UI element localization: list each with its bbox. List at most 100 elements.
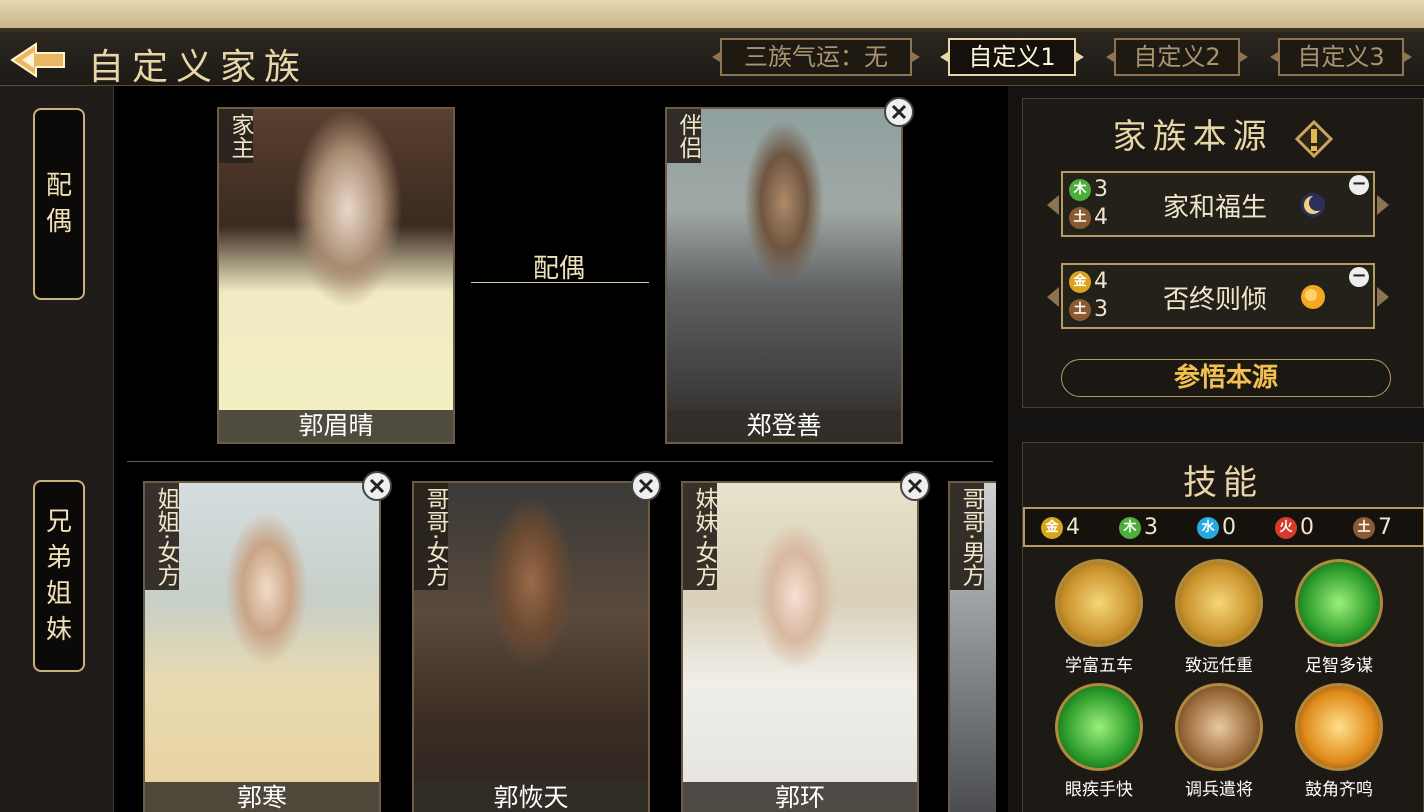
drop-icon <box>1175 559 1263 647</box>
skill-item[interactable]: 致远任重 <box>1159 559 1279 676</box>
scrolls-icon <box>1055 559 1143 647</box>
fire-element-icon: 火 <box>1275 516 1297 539</box>
element-count: 火 0 <box>1275 515 1314 540</box>
skill-name: 致远任重 <box>1185 656 1253 676</box>
skill-name: 调兵遣将 <box>1185 780 1253 800</box>
moon-icon <box>1301 193 1325 217</box>
soldier-icon <box>1175 683 1263 771</box>
element-count: 金 4 <box>1041 515 1080 540</box>
sidebar-item-label: 配 <box>45 171 72 201</box>
sidebar-item-label: 偶 <box>45 207 72 237</box>
element-count-value: 0 <box>1300 515 1314 540</box>
tab-three-clan-fortune[interactable]: 三族气运：无 <box>720 38 912 76</box>
top-banner-strip <box>0 0 1424 32</box>
comprehend-source-button[interactable]: 参悟本源 <box>1061 359 1391 397</box>
skill-item[interactable]: 足智多谋 <box>1279 559 1399 676</box>
character-role: 妹妹·女方 <box>683 483 717 591</box>
skill-name: 学富五车 <box>1065 656 1133 676</box>
right-panel: 家族本源 木 3 土 4 家和福生 − 金 4 土 3 否终则倾 − 参悟本源 … <box>1008 86 1424 812</box>
earth-element-icon: 土 <box>1069 298 1091 321</box>
character-portrait <box>667 109 901 442</box>
family-source-title-text: 家族本源 <box>1112 117 1273 157</box>
remove-source-button[interactable]: − <box>1349 175 1369 195</box>
character-card-sibling[interactable]: 哥哥·男方 <box>948 481 996 812</box>
remove-source-button[interactable]: − <box>1349 267 1369 287</box>
element-count-value: 3 <box>1144 515 1158 540</box>
element-count-value: 4 <box>1094 205 1108 230</box>
remove-sibling-button[interactable] <box>631 471 661 501</box>
element-count-value: 7 <box>1378 515 1392 540</box>
character-name: 郭寒 <box>145 782 379 812</box>
character-portrait <box>414 483 648 812</box>
skills-title: 技能 <box>1183 463 1263 503</box>
flame-warrior-icon <box>1295 683 1383 771</box>
remove-sibling-button[interactable] <box>362 471 392 501</box>
remove-sibling-button[interactable] <box>900 471 930 501</box>
sidebar-item-spouse[interactable]: 配 偶 <box>33 108 85 300</box>
family-source-item[interactable]: 木 3 土 4 家和福生 − <box>1061 171 1375 237</box>
header-bar: 自定义家族 三族气运：无 自定义1 自定义2 自定义3 <box>0 32 1424 88</box>
page-title: 自定义家族 <box>88 47 309 88</box>
back-button[interactable] <box>10 42 68 78</box>
wood-element-icon: 木 <box>1119 516 1141 539</box>
family-source-title: 家族本源 <box>1023 109 1423 159</box>
source-name: 家和福生 <box>1163 193 1268 223</box>
character-portrait <box>145 483 379 812</box>
sidebar-item-siblings[interactable]: 兄 弟 姐 妹 <box>33 480 85 672</box>
character-card-sibling[interactable]: 姐姐·女方 郭寒 <box>143 481 381 812</box>
character-role: 哥哥·女方 <box>414 483 448 591</box>
skill-item[interactable]: 调兵遣将 <box>1159 683 1279 800</box>
remove-partner-button[interactable] <box>884 97 914 127</box>
skills-panel: 技能 金 4 木 3 水 0 火 0 土 7 学富五车 致远任重 足智多谋 眼疾… <box>1022 442 1424 812</box>
tab-custom-1[interactable]: 自定义1 <box>948 38 1076 76</box>
earth-element-icon: 土 <box>1069 206 1091 229</box>
close-icon <box>891 104 907 120</box>
element-count-value: 3 <box>1094 177 1108 202</box>
warning-info-icon[interactable] <box>1295 119 1334 159</box>
tab-custom-2[interactable]: 自定义2 <box>1114 38 1240 76</box>
character-role: 家主 <box>219 109 253 163</box>
family-tree-area: 家主 郭眉晴 配偶 伴侣 郑登善 姐姐·女方 郭寒 哥哥·女方 郭恢天 妹妹·女… <box>115 86 1008 812</box>
character-role: 伴侣 <box>667 109 701 163</box>
sidebar-item-label: 妹 <box>45 615 72 645</box>
metal-element-icon: 金 <box>1041 516 1063 539</box>
character-card-sibling[interactable]: 妹妹·女方 郭环 <box>681 481 919 812</box>
character-role: 哥哥·男方 <box>950 483 984 591</box>
runner-icon <box>1055 683 1143 771</box>
close-icon <box>638 478 654 494</box>
close-icon <box>907 478 923 494</box>
element-count-value: 0 <box>1222 515 1236 540</box>
sidebar: 配 偶 兄 弟 姐 妹 <box>0 86 114 812</box>
family-source-item[interactable]: 金 4 土 3 否终则倾 − <box>1061 263 1375 329</box>
character-card-sibling[interactable]: 哥哥·女方 郭恢天 <box>412 481 650 812</box>
character-name: 郭眉晴 <box>219 410 453 442</box>
character-portrait <box>683 483 917 812</box>
wood-element-icon: 木 <box>1069 178 1091 201</box>
element-count: 金 4 <box>1069 269 1108 294</box>
spouse-link-label: 配偶 <box>533 254 586 284</box>
skill-name: 鼓角齐鸣 <box>1305 780 1373 800</box>
element-count: 木 3 <box>1119 515 1158 540</box>
skill-item[interactable]: 学富五车 <box>1039 559 1159 676</box>
character-card-partner[interactable]: 伴侣 郑登善 <box>665 107 903 444</box>
section-divider <box>127 461 993 462</box>
character-name: 郑登善 <box>667 410 901 442</box>
mask-icon <box>1295 559 1383 647</box>
spouse-link-line <box>471 282 649 283</box>
character-name: 郭环 <box>683 782 917 812</box>
sun-icon <box>1301 285 1325 309</box>
back-arrow-icon <box>10 42 65 78</box>
element-count-value: 4 <box>1066 515 1080 540</box>
earth-element-icon: 土 <box>1353 516 1375 539</box>
sidebar-item-label: 兄 <box>45 507 72 537</box>
skill-item[interactable]: 鼓角齐鸣 <box>1279 683 1399 800</box>
skill-name: 足智多谋 <box>1305 656 1373 676</box>
tab-custom-3[interactable]: 自定义3 <box>1278 38 1404 76</box>
element-summary-row: 金 4 木 3 水 0 火 0 土 7 <box>1023 507 1424 547</box>
character-card-head[interactable]: 家主 郭眉晴 <box>217 107 455 444</box>
element-count-value: 4 <box>1094 269 1108 294</box>
water-element-icon: 水 <box>1197 516 1219 539</box>
sidebar-item-label: 姐 <box>45 579 72 609</box>
skill-item[interactable]: 眼疾手快 <box>1039 683 1159 800</box>
element-count: 水 0 <box>1197 515 1236 540</box>
